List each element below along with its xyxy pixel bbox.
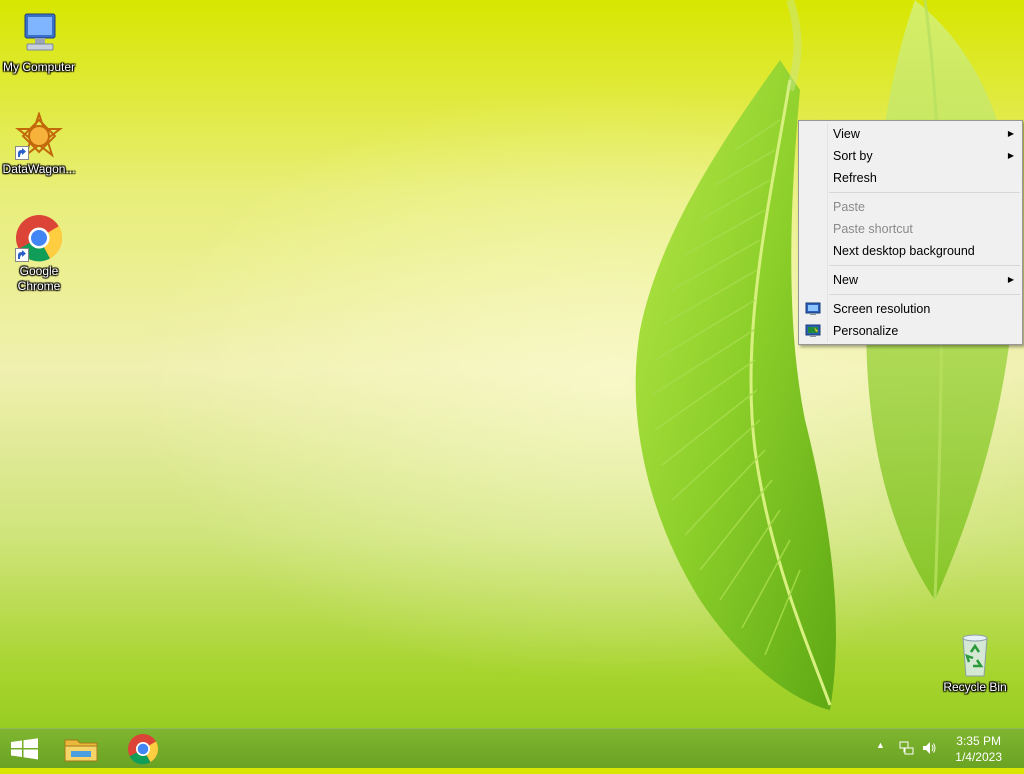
menu-item-label: New [833, 273, 859, 287]
chrome-icon [15, 214, 63, 262]
menu-separator [829, 265, 1020, 266]
menu-item-new[interactable]: New ▶ [799, 269, 1022, 291]
menu-item-label: Personalize [833, 324, 899, 338]
submenu-arrow-icon: ▶ [1007, 151, 1014, 160]
desktop-context-menu: View ▶ Sort by ▶ Refresh Paste Paste sho… [798, 120, 1023, 345]
menu-item-refresh[interactable]: Refresh [799, 167, 1022, 189]
start-button[interactable] [0, 729, 52, 769]
menu-item-label: Paste shortcut [833, 222, 913, 236]
submenu-arrow-icon: ▶ [1007, 129, 1014, 138]
menu-item-label: Screen resolution [833, 302, 931, 316]
desktop-icon-label: Recycle Bin [943, 680, 1007, 694]
desktop-icon-recycle-bin[interactable]: Recycle Bin [936, 630, 1014, 695]
menu-separator [829, 192, 1020, 193]
menu-item-sort-by[interactable]: Sort by ▶ [799, 145, 1022, 167]
menu-item-label: Refresh [833, 171, 877, 185]
wallpaper-leaves [635, 0, 1017, 710]
desktop-icon-datawagon[interactable]: DataWagon... [0, 110, 78, 177]
menu-item-paste[interactable]: Paste [799, 196, 1022, 218]
desktop-icon-label: My Computer [2, 60, 76, 74]
personalize-icon [805, 323, 821, 339]
menu-item-label: Next desktop background [833, 244, 975, 258]
menu-item-view[interactable]: View ▶ [799, 123, 1022, 145]
menu-item-screen-resolution[interactable]: Screen resolution [799, 298, 1022, 320]
recycle-bin-icon [951, 630, 999, 678]
system-tray: ▲ [872, 729, 942, 769]
taskbar-google-chrome[interactable] [117, 729, 169, 769]
menu-item-paste-shortcut[interactable]: Paste shortcut [799, 218, 1022, 240]
datawagon-logo-icon [15, 110, 63, 160]
network-icon[interactable] [898, 740, 914, 759]
menu-separator [829, 294, 1020, 295]
menu-item-label: View [833, 127, 860, 141]
show-hidden-icons-chevron-icon[interactable]: ▲ [876, 740, 885, 750]
screen-resolution-icon [805, 301, 821, 317]
desktop-icon-label: DataWagon... [2, 162, 76, 176]
chrome-icon [128, 734, 159, 765]
menu-item-next-desktop-background[interactable]: Next desktop background [799, 240, 1022, 262]
menu-item-label: Sort by [833, 149, 873, 163]
windows-logo-icon [11, 738, 38, 760]
menu-item-label: Paste [833, 200, 865, 214]
folder-icon [64, 739, 98, 762]
desktop-icon-my-computer[interactable]: My Computer [0, 10, 78, 75]
taskbar-clock[interactable]: 3:35 PM 1/4/2023 [955, 733, 1002, 765]
desktop-icon-google-chrome[interactable]: Google Chrome [0, 214, 78, 294]
volume-icon[interactable] [921, 740, 937, 759]
desktop-icon-label: Google Chrome [17, 264, 61, 293]
computer-icon [15, 10, 63, 58]
taskbar-file-explorer[interactable] [55, 729, 107, 769]
clock-time: 3:35 PM [956, 734, 1001, 748]
shortcut-arrow-icon [15, 146, 29, 160]
menu-item-personalize[interactable]: Personalize [799, 320, 1022, 342]
submenu-arrow-icon: ▶ [1007, 275, 1014, 284]
shortcut-arrow-icon [15, 248, 29, 262]
clock-date: 1/4/2023 [955, 750, 1002, 764]
taskbar: ▲ 3:35 PM 1/4/2023 [0, 728, 1024, 768]
